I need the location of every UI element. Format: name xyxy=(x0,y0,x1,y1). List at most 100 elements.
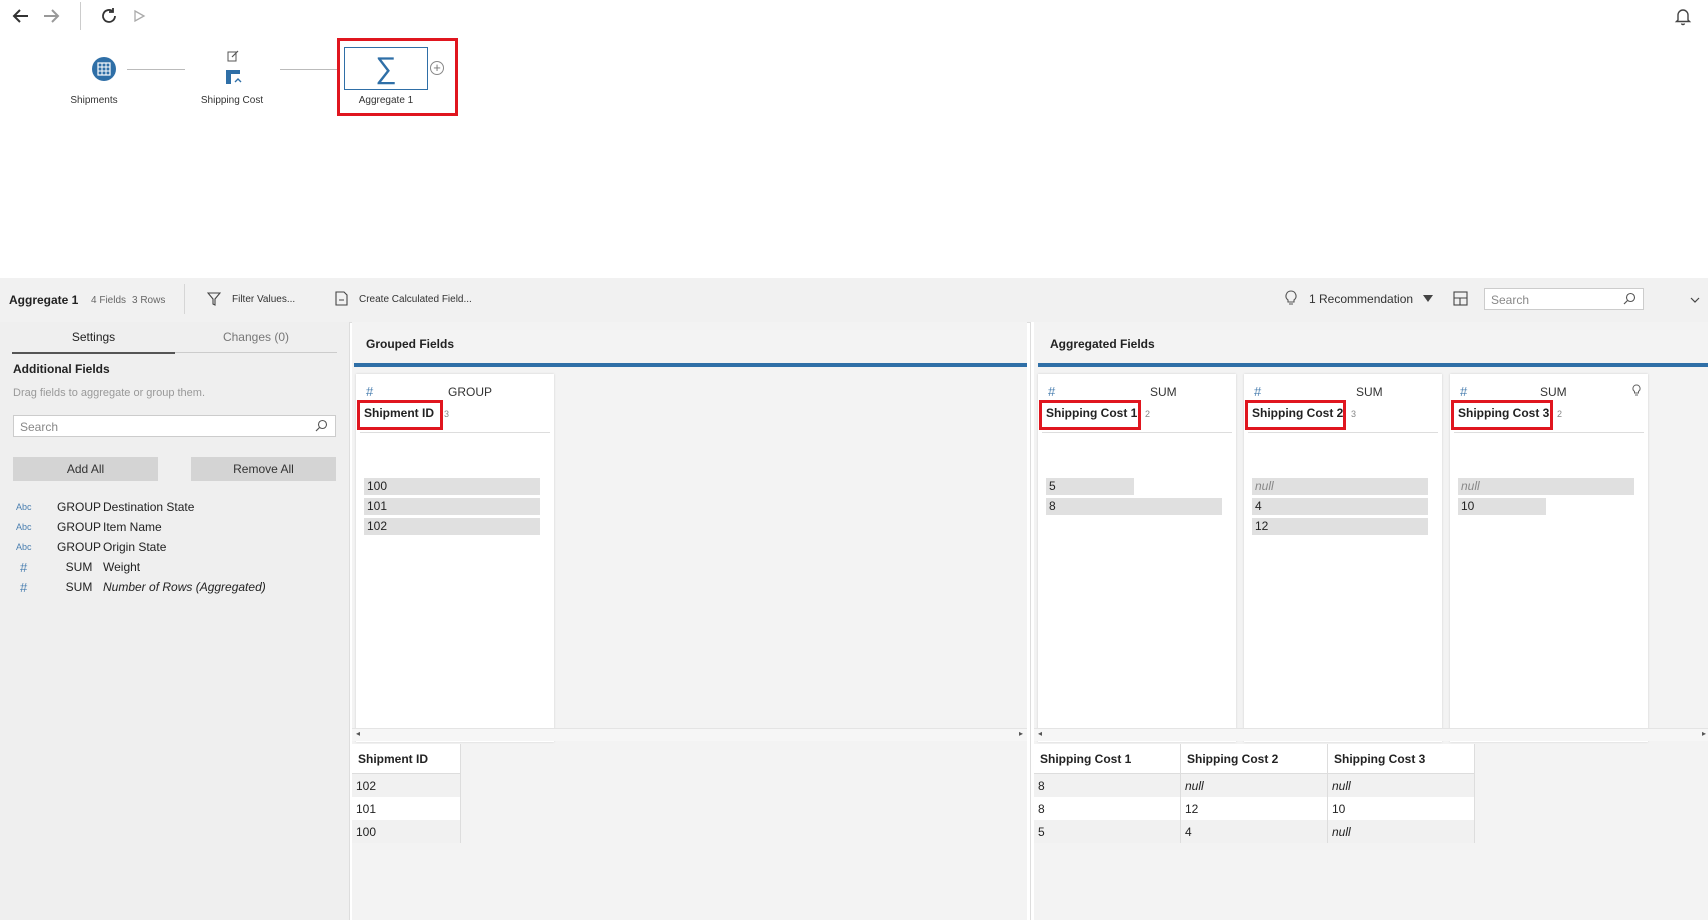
grid-cell[interactable]: 5 xyxy=(1034,820,1181,843)
number-type-icon: # xyxy=(1460,384,1468,399)
tab-settings[interactable]: Settings xyxy=(12,322,175,354)
bell-icon[interactable] xyxy=(1672,6,1694,28)
grid-cell[interactable]: 12 xyxy=(1180,797,1328,820)
number-type-icon: # xyxy=(1048,384,1056,399)
fields-count: 4 Fields xyxy=(91,295,127,306)
lightbulb-icon[interactable] xyxy=(1632,384,1642,398)
back-icon[interactable] xyxy=(10,6,32,28)
column-header[interactable]: Shipping Cost 1 xyxy=(1034,744,1181,774)
string-type-icon: Abc xyxy=(16,542,32,552)
lightbulb-icon xyxy=(1285,290,1299,308)
tab-changes[interactable]: Changes (0) xyxy=(175,322,337,353)
toolbar-divider xyxy=(80,2,81,30)
field-agg[interactable]: SUM xyxy=(1540,385,1567,399)
grid-cell[interactable]: 8 xyxy=(1034,797,1181,820)
aggregated-fields-title: Aggregated Fields xyxy=(1050,337,1155,351)
value-bar[interactable]: 4 xyxy=(1252,498,1428,515)
column-header[interactable]: Shipping Cost 3 xyxy=(1327,744,1475,774)
value-bar[interactable]: null xyxy=(1252,478,1428,495)
field-agg[interactable]: GROUP xyxy=(448,385,492,399)
grid-cell[interactable]: 102 xyxy=(352,773,461,797)
field-card[interactable]: # SUM Shipping Cost 2 3 null 4 12 xyxy=(1244,374,1442,742)
create-calculated-field-button[interactable]: Create Calculated Field... xyxy=(359,294,472,305)
calculated-field-icon xyxy=(335,291,349,307)
chevron-down-icon[interactable] xyxy=(1423,295,1433,302)
aggregated-data-grid: Shipping Cost 1 Shipping Cost 2 Shipping… xyxy=(1034,744,1475,843)
field-agg: GROUP xyxy=(56,520,101,534)
collapse-pane-icon[interactable] xyxy=(1690,293,1702,303)
node-label-shipments: Shipments xyxy=(70,95,118,106)
highlight-box xyxy=(1039,400,1141,430)
number-type-icon: # xyxy=(366,384,374,399)
field-card[interactable]: # SUM Shipping Cost 3 2 null 10 xyxy=(1450,374,1648,742)
value-bar[interactable]: 10 xyxy=(1458,498,1546,515)
grid-cell[interactable]: 4 xyxy=(1180,820,1328,843)
card-divider xyxy=(360,432,550,433)
field-agg: GROUP xyxy=(56,540,101,554)
field-row[interactable]: # SUM Number of Rows (Aggregated) xyxy=(16,580,336,598)
highlight-box xyxy=(357,400,443,430)
play-icon[interactable] xyxy=(128,6,150,28)
filter-values-button[interactable]: Filter Values... xyxy=(232,294,295,305)
clean-step-icon[interactable] xyxy=(224,68,244,86)
field-search-placeholder: Search xyxy=(20,420,59,434)
field-count: 2 xyxy=(1557,409,1563,419)
drag-hint: Drag fields to aggregate or group them. xyxy=(13,387,206,399)
scroll-left-icon[interactable]: ◂ xyxy=(356,729,360,738)
scroll-right-icon[interactable]: ▸ xyxy=(1019,729,1023,738)
forward-icon[interactable] xyxy=(40,6,62,28)
horizontal-scrollbar[interactable]: ◂ ▸ xyxy=(352,728,1027,741)
column-header[interactable]: Shipment ID xyxy=(352,744,461,774)
value-bar[interactable]: null xyxy=(1458,478,1634,495)
value-bar[interactable]: 102 xyxy=(364,518,540,535)
refresh-icon[interactable] xyxy=(98,6,120,28)
pane-header: Aggregate 1 4 Fields 3 Rows Filter Value… xyxy=(0,278,1708,323)
grid-cell[interactable]: null xyxy=(1180,773,1328,797)
search-input[interactable]: Search xyxy=(1484,288,1644,310)
value-bar[interactable]: 101 xyxy=(364,498,540,515)
field-agg[interactable]: SUM xyxy=(1356,385,1383,399)
field-card[interactable]: # SUM Shipping Cost 1 2 5 8 xyxy=(1038,374,1236,742)
field-row[interactable]: Abc GROUP Item Name xyxy=(16,520,336,538)
number-type-icon: # xyxy=(20,580,28,595)
value-bar[interactable]: 5 xyxy=(1046,478,1134,495)
field-row[interactable]: # SUM Weight xyxy=(16,560,336,578)
value-bar[interactable]: 8 xyxy=(1046,498,1222,515)
field-card[interactable]: # GROUP Shipment ID 3 100 101 102 xyxy=(356,374,554,742)
layout-toggle-icon[interactable] xyxy=(1453,291,1469,307)
value-bar[interactable]: 100 xyxy=(364,478,540,495)
grouped-data-grid: Shipment ID 102 101 100 xyxy=(352,744,461,843)
add-all-button[interactable]: Add All xyxy=(13,457,158,481)
scroll-left-icon[interactable]: ◂ xyxy=(1038,729,1042,738)
grid-cell[interactable]: null xyxy=(1327,820,1475,843)
grid-cell[interactable]: 10 xyxy=(1327,797,1475,820)
scroll-right-icon[interactable]: ▸ xyxy=(1702,729,1706,738)
aggregated-fields-panel: Aggregated Fields # SUM Shipping Cost 1 … xyxy=(1034,322,1708,920)
horizontal-scrollbar[interactable]: ◂ ▸ xyxy=(1034,728,1708,741)
field-row[interactable]: Abc GROUP Origin State xyxy=(16,540,336,558)
grid-cell[interactable]: null xyxy=(1327,773,1475,797)
column-header[interactable]: Shipping Cost 2 xyxy=(1180,744,1328,774)
field-name: Number of Rows (Aggregated) xyxy=(103,580,266,594)
number-type-icon: # xyxy=(20,560,28,575)
field-agg: SUM xyxy=(65,580,93,594)
step-title: Aggregate 1 xyxy=(9,293,79,307)
grid-cell[interactable]: 8 xyxy=(1034,773,1181,797)
search-icon xyxy=(315,419,329,433)
field-agg[interactable]: SUM xyxy=(1150,385,1177,399)
connector-line xyxy=(127,69,185,70)
remove-all-button[interactable]: Remove All xyxy=(191,457,336,481)
connector-line xyxy=(280,69,338,70)
recommendation-button[interactable]: 1 Recommendation xyxy=(1309,292,1413,306)
grid-cell[interactable]: 100 xyxy=(352,820,461,843)
edit-icon xyxy=(226,49,240,63)
grid-cell[interactable]: 101 xyxy=(352,797,461,820)
field-row[interactable]: Abc GROUP Destination State xyxy=(16,500,336,518)
string-type-icon: Abc xyxy=(16,502,32,512)
field-name: Destination State xyxy=(103,500,195,514)
search-icon xyxy=(1623,292,1637,306)
table-icon[interactable] xyxy=(92,57,116,81)
value-bar[interactable]: 12 xyxy=(1252,518,1428,535)
field-search-input[interactable]: Search xyxy=(13,415,336,437)
card-divider xyxy=(1042,432,1232,433)
